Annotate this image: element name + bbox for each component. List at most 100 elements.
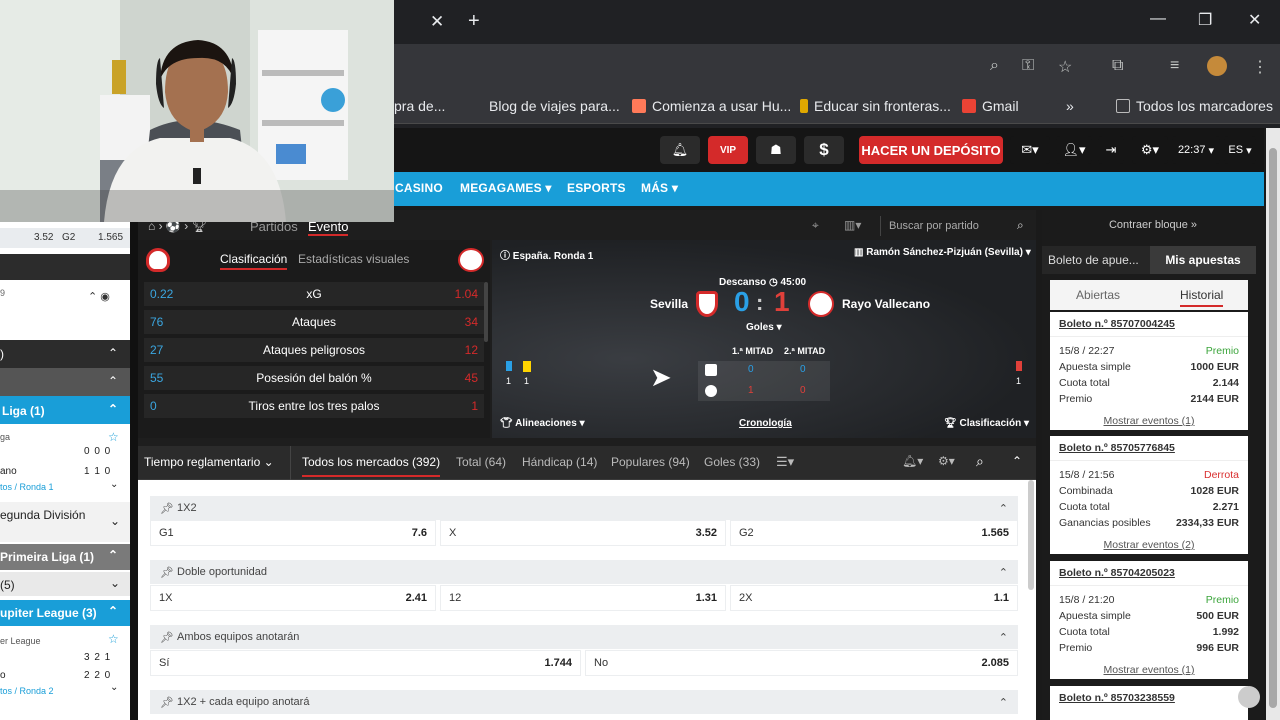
settings-gear-icon[interactable]: ⚙▾ (1132, 136, 1168, 164)
profile-avatar[interactable] (1207, 56, 1227, 76)
stats-scrollbar[interactable] (484, 282, 488, 342)
key-icon[interactable]: ⚿ (1022, 57, 1034, 75)
goals-dropdown[interactable]: Goles ▾ (746, 322, 782, 333)
market-header-double-chance[interactable]: 📌︎ Doble oportunidad ⌃ (150, 560, 1018, 584)
restore-icon[interactable]: ❐ (1198, 10, 1212, 30)
odd-button[interactable]: Sí 1.744 (150, 650, 581, 676)
tab-my-bets[interactable]: Mis apuestas (1150, 246, 1256, 274)
odd-button[interactable]: 2X 1.1 (730, 585, 1018, 611)
minimize-icon[interactable]: — (1150, 10, 1166, 28)
dollar-icon[interactable]: $ (804, 136, 844, 164)
market-header-1x2-both-score[interactable]: 📌︎ 1X2 + cada equipo anotará ⌃ (150, 690, 1018, 714)
tab-clasificacion[interactable]: Clasificación (220, 252, 288, 270)
standings-dropdown[interactable]: 🏆︎ Clasificación ▾ (944, 418, 1029, 429)
bookmark-item[interactable]: Comienza a usar Hu... (632, 98, 791, 114)
collapse-block-button[interactable]: Contraer bloque » (1042, 214, 1264, 236)
round-link[interactable]: tos / Ronda 1 (0, 482, 54, 492)
tab-handicap[interactable]: Hándicap (14) (522, 455, 597, 469)
nav-more[interactable]: MÁS ▾ (641, 181, 678, 195)
bookmark-item[interactable]: Blog de viajes para... (489, 98, 620, 114)
bet-id-link[interactable]: Boleto n.º 85707004245 (1050, 312, 1248, 337)
chevron-down-icon[interactable]: ⌄ (110, 682, 118, 693)
search-icon[interactable]: ⌕ (1017, 218, 1024, 233)
search-input[interactable]: Buscar por partido ⌕ (880, 216, 1032, 236)
alerts-bell-icon[interactable]: 🔔︎▾ (902, 454, 923, 468)
nav-megagames[interactable]: MEGAGAMES ▾ (460, 181, 552, 195)
language-select[interactable]: ES ▾ (1224, 136, 1256, 164)
period-select[interactable]: Tiempo reglamentario ⌄ (144, 455, 274, 469)
pin-icon[interactable]: ⌖ (812, 218, 819, 233)
extensions-icon[interactable]: ⧉ (1112, 57, 1123, 75)
nav-esports[interactable]: ESPORTS (567, 181, 626, 195)
menu-icon[interactable]: ⋮ (1252, 57, 1268, 77)
nav-casino[interactable]: CASINO (395, 181, 443, 195)
odd-button[interactable]: 12 1.31 (440, 585, 726, 611)
round-link[interactable]: tos / Ronda 2 (0, 686, 54, 696)
account-icon[interactable]: 👤︎▾ (1056, 136, 1092, 164)
odd-button[interactable]: G1 7.6 (150, 520, 436, 546)
sidebar-dark-row[interactable]: ) ⌃ (0, 340, 130, 368)
timeline-link[interactable]: Cronología (739, 418, 792, 429)
show-events-link[interactable]: Mostrar eventos (2) (1050, 539, 1248, 551)
bet-id-link[interactable]: Boleto n.º 85703238559 (1050, 686, 1248, 710)
new-tab-icon[interactable]: + (468, 10, 480, 33)
market-search-icon[interactable]: ⌕ (976, 453, 984, 470)
close-window-icon[interactable]: ✕ (1248, 10, 1261, 30)
sidebar-league-jupiter[interactable]: upiter League (3) ⌃ (0, 600, 130, 626)
messages-icon[interactable]: ✉▾ (1010, 136, 1050, 164)
logout-icon[interactable]: ⇥ (1098, 136, 1124, 164)
chevron-down-icon[interactable]: ⌄ (110, 479, 118, 490)
deposit-button[interactable]: HACER UN DEPÓSITO (859, 136, 1003, 164)
sidebar-gray-row[interactable]: ⌃ (0, 368, 130, 396)
star-icon[interactable]: ☆ (1058, 57, 1072, 77)
sidebar-league-liga[interactable]: Liga (1) ⌃ (0, 396, 130, 424)
list-view-icon[interactable]: ☰▾ (776, 454, 794, 470)
chart-icon[interactable]: ▥▾ (844, 218, 861, 232)
tab-goals[interactable]: Goles (33) (704, 455, 760, 469)
bookmark-item[interactable]: Educar sin fronteras... (800, 98, 951, 114)
sidebar-league-segunda[interactable]: egunda División ⌄ (0, 502, 130, 542)
zoom-icon[interactable]: ⌕ (990, 57, 999, 75)
odd-button[interactable]: G2 1.565 (730, 520, 1018, 546)
lineups-dropdown[interactable]: 👕︎ Alineaciones ▾ (500, 418, 585, 429)
show-events-link[interactable]: Mostrar eventos (1) (1050, 664, 1248, 676)
tab-all-markets[interactable]: Todos los mercados (392) (302, 455, 441, 477)
promo-icon[interactable]: ☗ (756, 136, 796, 164)
vip-button[interactable]: VIP (708, 136, 748, 164)
favorite-star-icon[interactable]: ☆ (108, 430, 119, 444)
sidebar-odds-row[interactable]: 3.52 G2 1.565 (0, 228, 130, 248)
market-settings-icon[interactable]: ⚙▾ (938, 454, 955, 468)
scrollbar-thumb[interactable] (1269, 148, 1277, 708)
odd-button[interactable]: 1X 2.41 (150, 585, 436, 611)
bet-id-link[interactable]: Boleto n.º 85705776845 (1050, 436, 1248, 461)
bookmark-item[interactable]: pra de... (394, 98, 445, 114)
tab-betslip[interactable]: Boleto de apue... (1042, 246, 1150, 274)
odd-button[interactable]: No 2.085 (585, 650, 1018, 676)
favorite-star-icon[interactable]: ☆ (108, 632, 119, 646)
subtab-open[interactable]: Abiertas (1076, 288, 1120, 302)
all-bookmarks[interactable]: Todos los marcadores (1116, 98, 1273, 114)
bookmark-item[interactable]: Gmail (962, 98, 1019, 114)
bookmarks-overflow-icon[interactable]: » (1066, 98, 1074, 114)
tab-popular[interactable]: Populares (94) (611, 455, 690, 469)
show-events-link[interactable]: Mostrar eventos (1) (1050, 415, 1248, 427)
markets-scrollbar[interactable] (1028, 480, 1034, 590)
sidebar-league-primeira[interactable]: Primeira Liga (1) ⌃ (0, 544, 130, 570)
media-icon[interactable]: ≡ (1170, 57, 1179, 75)
sidebar-league-collapsed[interactable]: (5) ⌄ (0, 572, 130, 596)
page-scrollbar[interactable] (1266, 128, 1280, 720)
support-chat-icon[interactable] (1238, 686, 1260, 708)
odd-button[interactable]: X 3.52 (440, 520, 726, 546)
notifications-bell-icon[interactable]: 🔔︎ (660, 136, 700, 164)
market-header-1x2[interactable]: 📌︎ 1X2 ⌃ (150, 496, 1018, 520)
tab-estadisticas-visuales[interactable]: Estadísticas visuales (298, 252, 409, 266)
stat-row: 0.22 xG 1.04 (144, 282, 484, 306)
tab-close-icon[interactable]: ✕ (430, 12, 446, 32)
market-header-btts[interactable]: 📌︎ Ambos equipos anotarán ⌃ (150, 625, 1018, 649)
venue-select[interactable]: ▥ Ramón Sánchez-Pizjuán (Sevilla) ▾ (854, 247, 1031, 258)
bet-id-link[interactable]: Boleto n.º 85704205023 (1050, 561, 1248, 586)
collapse-markets-icon[interactable]: ⌃ (1012, 454, 1022, 468)
tab-total[interactable]: Total (64) (456, 455, 506, 469)
collapse-all-icon[interactable]: ⌃ ◉ (88, 290, 110, 303)
subtab-history[interactable]: Historial (1180, 288, 1224, 307)
